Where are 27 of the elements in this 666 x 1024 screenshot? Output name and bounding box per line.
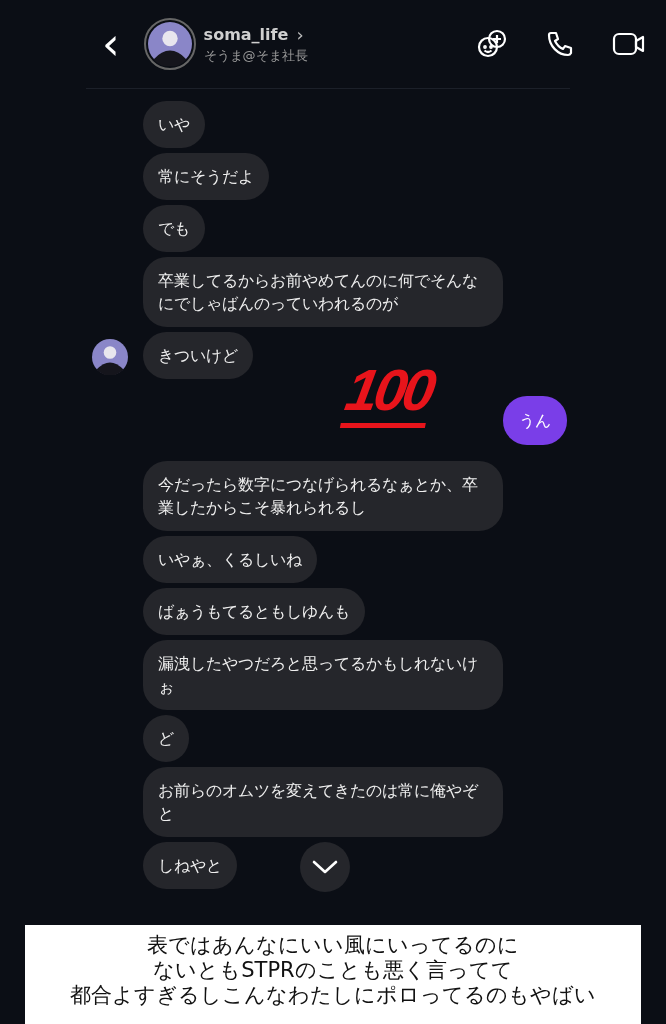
message-bubble: ど [143,715,189,762]
message-bubble: お前らのオムツを変えてきたのは常に俺やぞと [143,767,503,837]
username[interactable]: soma_life [203,24,289,44]
message-bubble: しねやと [143,842,237,889]
caption-text: ないともSTPRのことも悪く言ってて [153,958,513,983]
phone-icon[interactable] [546,30,574,58]
chevron-text[interactable]: › [296,23,304,45]
message-bubble: ばぁうもてるともしゆんも [143,588,365,635]
chevron-down-icon [312,859,338,875]
message-bubble: 常にそうだよ [143,153,269,200]
caption-text: 都合よすぎるしこんなわたしにポロってるのもやばい [70,983,596,1008]
hundred-emoji: 100 [339,359,437,428]
message-bubble: 今だったら数字につなげられるなぁとか、卒業したからこそ暴れられるし [143,461,503,531]
message-bubble: いや [143,101,205,148]
avatar [147,22,192,66]
effects-icon[interactable] [476,28,508,60]
back-button[interactable]: ‹ [98,24,124,64]
scroll-down-button[interactable] [300,842,350,892]
message-bubble: いやぁ、くるしいね [143,536,317,583]
message-bubble: うん [503,396,567,445]
video-call-icon[interactable] [612,30,646,58]
message-bubble: 漏洩したやつだろと思ってるかもしれないけぉ [143,640,503,710]
caption-text: 表ではあんなにいい風にいってるのに [147,933,519,958]
message-bubble: きついけど [143,332,253,379]
display-name: そうま@そま社長 [203,46,308,65]
message-bubble: 卒業してるからお前やめてんのに何でそんなにでしゃばんのっていわれるのが [143,257,503,327]
message-bubble: でも [143,205,205,252]
